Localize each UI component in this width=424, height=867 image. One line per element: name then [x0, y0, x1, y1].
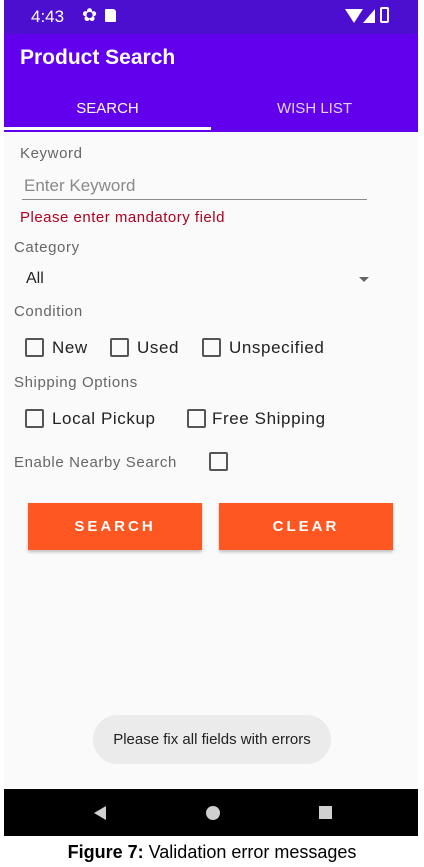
checkbox-free-shipping[interactable]	[187, 409, 206, 428]
home-icon[interactable]	[206, 806, 220, 820]
signal-icon	[363, 9, 375, 23]
recents-icon[interactable]	[319, 806, 332, 819]
checkbox-free-shipping-label[interactable]: Free Shipping	[212, 409, 326, 429]
app-bar: Product Search SEARCH WISH LIST	[4, 34, 418, 132]
error-toast: Please fix all fields with errors	[93, 715, 331, 764]
checkbox-used[interactable]	[110, 338, 129, 357]
status-bar: 4:43 ✿	[4, 0, 418, 34]
gear-icon: ✿	[82, 5, 98, 25]
figure-caption-number: Figure 7:	[67, 842, 144, 862]
sd-card-icon	[105, 9, 116, 22]
keyword-label: Keyword	[20, 145, 83, 162]
status-time: 4:43	[31, 7, 65, 26]
checkbox-new[interactable]	[25, 338, 44, 357]
wifi-icon	[345, 9, 363, 23]
checkbox-used-label[interactable]: Used	[137, 338, 179, 358]
app-title: Product Search	[20, 46, 176, 69]
category-label: Category	[14, 239, 80, 256]
keyword-input[interactable]	[22, 172, 367, 200]
condition-label: Condition	[14, 303, 83, 320]
checkbox-unspecified[interactable]	[202, 338, 221, 357]
figure-caption-text: Validation error messages	[143, 842, 357, 862]
dropdown-arrow-icon	[359, 277, 369, 282]
phone-screen: 4:43 ✿ Product Search SEARCH WISH LIST K…	[4, 0, 418, 836]
keyword-error-message: Please enter mandatory field	[20, 209, 225, 226]
checkbox-nearby-search[interactable]	[209, 452, 228, 471]
battery-icon	[380, 7, 389, 23]
category-selected-value: All	[26, 270, 44, 287]
figure-caption: Figure 7: Validation error messages	[0, 842, 424, 863]
back-icon[interactable]	[94, 806, 106, 820]
shipping-options-label: Shipping Options	[14, 374, 138, 391]
tab-indicator	[4, 127, 211, 130]
tab-search[interactable]: SEARCH	[4, 100, 211, 117]
search-button[interactable]: SEARCH	[28, 503, 202, 550]
checkbox-local-pickup-label[interactable]: Local Pickup	[52, 409, 156, 429]
checkbox-unspecified-label[interactable]: Unspecified	[229, 338, 324, 358]
tab-wish-list[interactable]: WISH LIST	[211, 100, 418, 117]
checkbox-new-label[interactable]: New	[52, 338, 88, 358]
clear-button[interactable]: CLEAR	[219, 503, 393, 550]
checkbox-local-pickup[interactable]	[25, 409, 44, 428]
enable-nearby-search-label: Enable Nearby Search	[14, 454, 177, 471]
navigation-bar	[4, 789, 418, 836]
